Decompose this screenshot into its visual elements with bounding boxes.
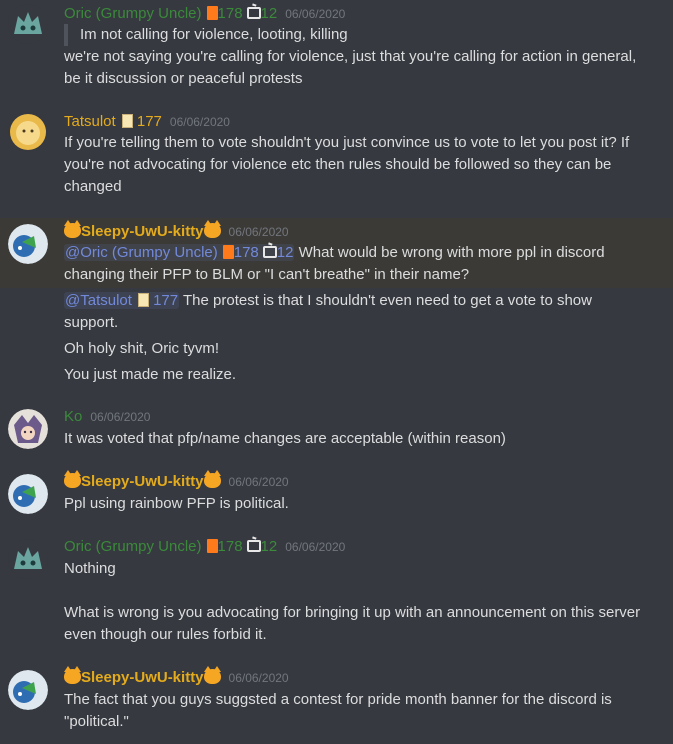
user-mention[interactable]: @Tatsulot 177	[64, 292, 180, 309]
message-group: Sleepy-UwU-kitty 06/06/2020 @Oric (Grumpy…	[0, 220, 673, 390]
author-name[interactable]: Oric (Grumpy Uncle)	[64, 5, 202, 22]
message-line: changing their PFP to BLM or "I can't br…	[64, 266, 470, 283]
cat-face-icon	[203, 666, 221, 684]
message-line: Ppl using rainbow PFP is political.	[64, 495, 289, 512]
message-line: Oh holy shit, Oric tyvm!	[64, 340, 220, 357]
badge-count: 178	[217, 5, 243, 22]
message-line: changed	[64, 178, 122, 195]
avatar[interactable]	[8, 409, 48, 449]
message-text: The protest is that I shouldn't even nee…	[179, 292, 592, 309]
message-line: It was voted that pfp/name changes are a…	[64, 430, 506, 447]
mention-text: @Tatsulot	[65, 292, 132, 309]
tv-badge-icon	[246, 540, 261, 552]
tv-badge-icon	[262, 246, 277, 258]
cat-face-icon	[64, 470, 81, 488]
badge-count: 12	[260, 538, 278, 555]
message-line: "political."	[64, 713, 129, 730]
message-group: Sleepy-UwU-kitty 06/06/2020 Ppl using rai…	[0, 470, 673, 520]
message-group: Oric (Grumpy Uncle) 178 12 06/06/2020 Im no…	[0, 0, 673, 100]
timestamp: 06/06/2020	[90, 410, 151, 424]
badge-count: 12	[260, 5, 278, 22]
avatar[interactable]	[8, 4, 48, 44]
badge-count: 12	[276, 244, 294, 261]
avatar[interactable]	[8, 670, 48, 710]
message-group: Sleepy-UwU-kitty 06/06/2020 The fact that…	[0, 666, 673, 744]
badge-count: 177	[136, 113, 162, 130]
message-header: Sleepy-UwU-kitty 06/06/2020	[64, 470, 289, 492]
author-name[interactable]: Tatsulot	[64, 113, 116, 130]
badge-count: 177	[153, 292, 179, 309]
tv-badge-icon	[246, 7, 261, 19]
scroll-badge-icon	[137, 293, 149, 307]
message-line: @Oric (Grumpy Uncle) 178 12 What would be …	[64, 242, 653, 264]
avatar[interactable]	[8, 224, 48, 264]
message-line: even though our rules forbid it.	[64, 626, 267, 643]
message-line: be it discussion or peaceful protests	[64, 70, 303, 87]
message-text: What would be wrong with more ppl in dis…	[294, 244, 605, 261]
timestamp: 06/06/2020	[285, 540, 346, 554]
message-line: support.	[64, 314, 119, 331]
message-header: Oric (Grumpy Uncle) 178 12 06/06/2020	[64, 537, 345, 557]
message-group: Ko 06/06/2020 It was voted that pfp/name …	[0, 405, 673, 455]
message-line: If you're telling them to vote shouldn't…	[64, 134, 630, 151]
quote-text: Im not calling for violence, looting, ki…	[80, 26, 348, 43]
message-header: Sleepy-UwU-kitty 06/06/2020	[64, 220, 289, 242]
avatar[interactable]	[8, 474, 48, 514]
avatar[interactable]	[8, 539, 48, 579]
message-line: Nothing	[64, 560, 116, 577]
timestamp: 06/06/2020	[228, 671, 289, 685]
author-name[interactable]: Sleepy-UwU-kitty	[81, 473, 204, 490]
user-mention[interactable]: @Oric (Grumpy Uncle) 178 12	[64, 244, 295, 261]
mention-text: @Oric (Grumpy Uncle)	[65, 244, 218, 261]
block-quote: Im not calling for violence, looting, ki…	[64, 24, 348, 46]
message-header: Oric (Grumpy Uncle) 178 12 06/06/2020	[64, 4, 345, 24]
message-line: What is wrong is you advocating for brin…	[64, 604, 641, 621]
book-badge-icon	[206, 6, 218, 20]
cat-face-icon	[64, 666, 81, 684]
message-header: Ko 06/06/2020	[64, 407, 150, 427]
message-line: @Tatsulot 177 The protest is that I shou…	[64, 290, 653, 312]
cat-face-icon	[203, 470, 221, 488]
timestamp: 06/06/2020	[285, 7, 346, 21]
message-line: you're not advocating for violence etc t…	[64, 156, 612, 173]
timestamp: 06/06/2020	[228, 475, 289, 489]
message-group: Tatsulot 177 06/06/2020 If you're telling…	[0, 108, 673, 208]
message-line: The fact that you guys suggsted a contes…	[64, 691, 612, 708]
author-name[interactable]: Sleepy-UwU-kitty	[81, 223, 204, 240]
avatar[interactable]	[8, 112, 48, 152]
cat-face-icon	[203, 220, 221, 238]
author-name[interactable]: Oric (Grumpy Uncle)	[64, 538, 202, 555]
message-header: Sleepy-UwU-kitty 06/06/2020	[64, 666, 289, 688]
book-badge-icon	[206, 539, 218, 553]
message-line: we're not saying you're calling for viol…	[64, 48, 637, 65]
book-badge-icon	[222, 245, 234, 259]
scroll-badge-icon	[121, 114, 133, 128]
message-header: Tatsulot 177 06/06/2020	[64, 112, 230, 132]
badge-count: 178	[217, 538, 243, 555]
author-name[interactable]: Ko	[64, 408, 82, 425]
author-name[interactable]: Sleepy-UwU-kitty	[81, 669, 204, 686]
timestamp: 06/06/2020	[228, 225, 289, 239]
timestamp: 06/06/2020	[169, 115, 230, 129]
cat-face-icon	[64, 220, 81, 238]
badge-count: 178	[233, 244, 259, 261]
message-group: Oric (Grumpy Uncle) 178 12 06/06/2020 Nothi…	[0, 535, 673, 655]
message-line: You just made me realize.	[64, 366, 237, 383]
